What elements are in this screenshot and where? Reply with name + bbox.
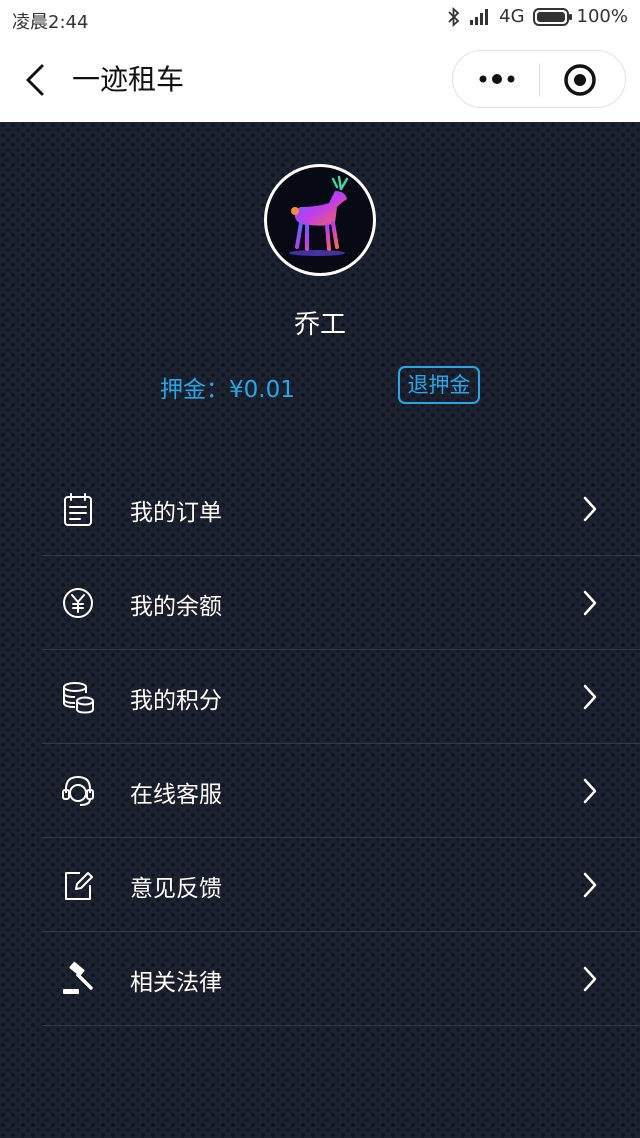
menu-list: 我的订单 我的余额 我的积分 在线客服 意见反馈 相关法律 bbox=[42, 462, 640, 1026]
edit-note-icon bbox=[65, 872, 93, 900]
page-title: 一迹租车 bbox=[72, 63, 185, 96]
chevron-right-icon bbox=[583, 966, 597, 992]
menu-item-label: 我的积分 bbox=[130, 688, 222, 714]
deposit-row: 押金：¥0.01 退押金 bbox=[0, 366, 640, 406]
menu-item-label: 在线客服 bbox=[130, 782, 222, 808]
user-name: 乔工 bbox=[293, 310, 346, 340]
menu-item-balance[interactable]: 我的余额 bbox=[42, 556, 640, 650]
profile-page: 乔工 押金：¥0.01 退押金 我的订单 我的余额 我的积分 在线客服 意见反馈… bbox=[0, 122, 640, 1138]
more-dots-icon[interactable] bbox=[475, 64, 519, 94]
headset-icon bbox=[62, 775, 94, 806]
capsule-divider bbox=[539, 63, 540, 97]
network-type: 4G bbox=[499, 6, 525, 27]
battery-level: 100% bbox=[576, 6, 628, 27]
chevron-right-icon bbox=[583, 872, 597, 898]
menu-item-label: 我的订单 bbox=[130, 500, 222, 526]
status-time: 凌晨2:44 bbox=[12, 12, 89, 33]
chevron-right-icon bbox=[583, 684, 597, 710]
refund-deposit-button[interactable]: 退押金 bbox=[398, 366, 480, 404]
chevron-right-icon bbox=[583, 778, 597, 804]
back-arrow-icon[interactable] bbox=[18, 60, 54, 100]
avatar[interactable] bbox=[264, 164, 376, 276]
yuan-coin-icon bbox=[63, 588, 93, 618]
nav-bar: 一迹租车 bbox=[0, 38, 640, 122]
menu-item-customer-service[interactable]: 在线客服 bbox=[42, 744, 640, 838]
coin-stack-icon bbox=[63, 682, 94, 714]
capsule-menu bbox=[452, 50, 626, 108]
chevron-right-icon bbox=[583, 496, 597, 522]
chevron-right-icon bbox=[583, 590, 597, 616]
battery-icon bbox=[532, 7, 572, 26]
menu-item-legal[interactable]: 相关法律 bbox=[42, 932, 640, 1026]
menu-item-label: 我的余额 bbox=[130, 594, 222, 620]
status-bar: 凌晨2:44 4G 100% bbox=[0, 0, 640, 38]
menu-item-feedback[interactable]: 意见反馈 bbox=[42, 838, 640, 932]
bluetooth-icon bbox=[448, 6, 460, 27]
status-icons: 4G 100% bbox=[447, 6, 628, 27]
calendar-list-icon bbox=[64, 493, 92, 526]
menu-item-label: 意见反馈 bbox=[130, 876, 222, 902]
menu-item-orders[interactable]: 我的订单 bbox=[42, 462, 640, 556]
gavel-icon bbox=[63, 961, 93, 994]
deposit-amount: 押金：¥0.01 bbox=[160, 377, 295, 403]
deer-avatar-icon bbox=[289, 175, 349, 256]
target-circle-icon[interactable] bbox=[563, 63, 597, 97]
menu-item-points[interactable]: 我的积分 bbox=[42, 650, 640, 744]
signal-icon bbox=[470, 8, 489, 25]
menu-item-label: 相关法律 bbox=[130, 970, 222, 996]
